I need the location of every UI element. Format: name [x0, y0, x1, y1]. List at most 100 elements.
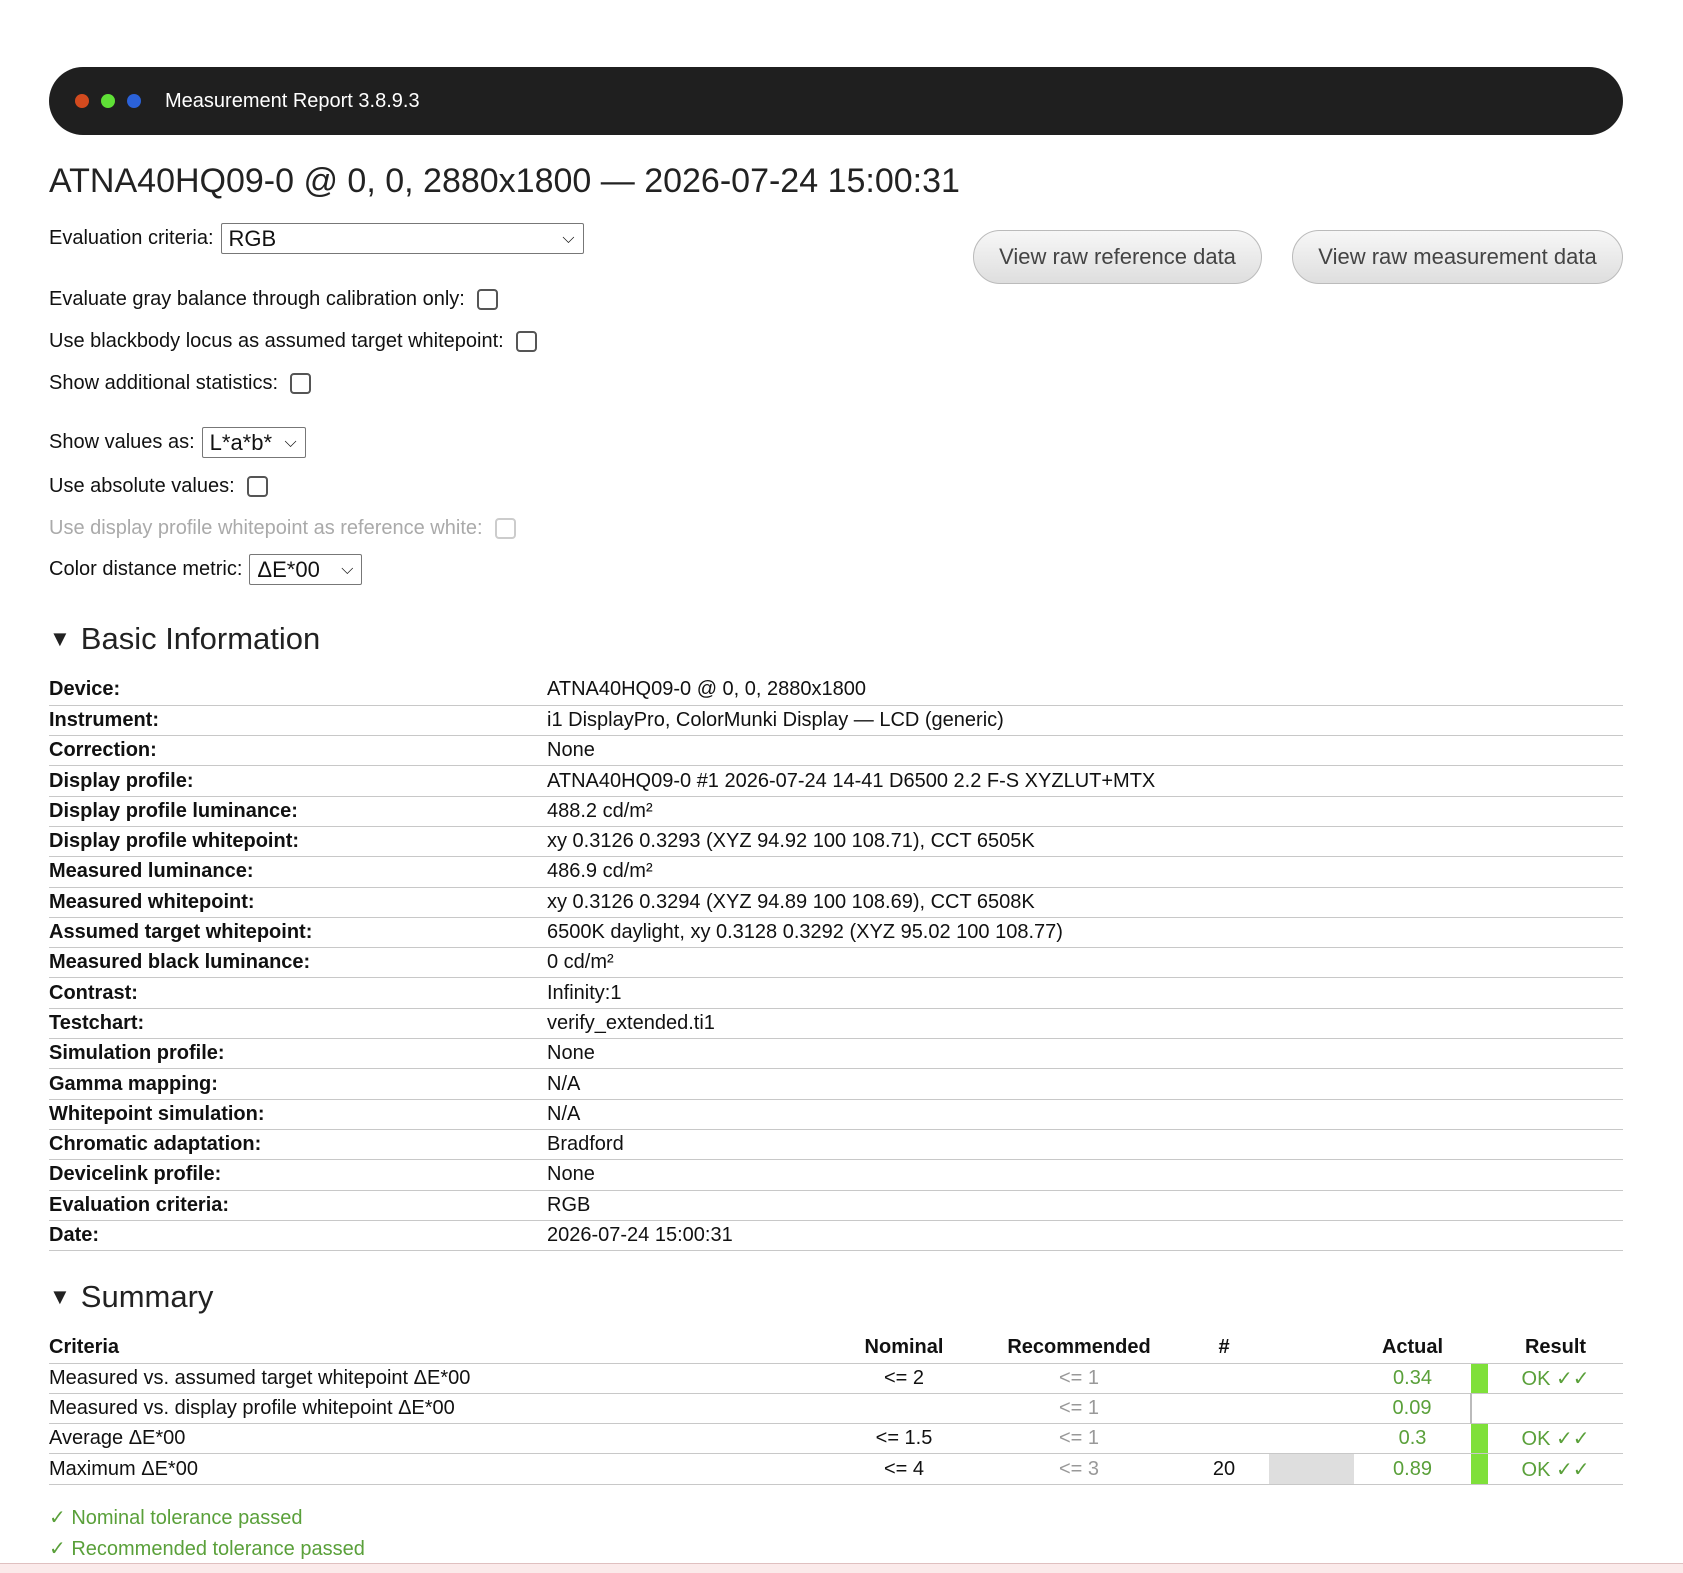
- view-raw-reference-button[interactable]: View raw reference data: [973, 230, 1262, 284]
- info-key: Contrast:: [49, 977, 547, 1009]
- evaluation-criteria-label: Evaluation criteria:: [49, 227, 214, 249]
- info-value: 0 cd/m²: [547, 947, 1623, 979]
- summary-nominal: <= 1.5: [829, 1423, 979, 1455]
- collapse-triangle-icon: ▼: [49, 1284, 71, 1309]
- summary-table: Criteria Nominal Recommended # Actual Re…: [49, 1333, 1623, 1485]
- summary-criteria: Average ΔE*00: [49, 1423, 829, 1455]
- summary-count: 20: [1179, 1453, 1269, 1485]
- evaluation-criteria-control: Evaluation criteria: RGB ⌵: [49, 223, 584, 254]
- report-title: ATNA40HQ09-0 @ 0, 0, 2880x1800 — 2026-07…: [49, 162, 960, 200]
- basic-info-heading-text: Basic Information: [80, 621, 321, 656]
- summary-actual: 0.89: [1354, 1453, 1471, 1485]
- info-row: Display profile whitepoint: xy 0.3126 0.3…: [49, 826, 1623, 858]
- info-value: xy 0.3126 0.3293 (XYZ 94.92 100 108.71),…: [547, 826, 1623, 858]
- show-values-label: Show values as:: [49, 431, 195, 453]
- info-value: 6500K daylight, xy 0.3128 0.3292 (XYZ 95…: [547, 917, 1623, 949]
- summary-row: Average ΔE*00 <= 1.5 <= 1 0.3 OK ✓✓: [49, 1423, 1623, 1455]
- info-value: 488.2 cd/m²: [547, 796, 1623, 827]
- title-bar: Measurement Report 3.8.9.3: [49, 67, 1623, 135]
- blackbody-label: Use blackbody locus as assumed target wh…: [49, 330, 504, 352]
- info-row: Correction: None: [49, 735, 1623, 767]
- info-key: Assumed target whitepoint:: [49, 917, 547, 949]
- basic-info-table: Device: ATNA40HQ09-0 @ 0, 0, 2880x1800 Ins…: [49, 675, 1623, 1252]
- distance-metric-select[interactable]: ΔE*00 ⌵: [249, 554, 363, 585]
- recommended-pass-text: ✓ Recommended tolerance passed: [49, 1538, 365, 1560]
- header-recommended: Recommended: [979, 1333, 1179, 1364]
- summary-result: [1488, 1393, 1623, 1425]
- header-nominal: Nominal: [829, 1333, 979, 1364]
- info-value: 2026-07-24 15:00:31: [547, 1220, 1623, 1252]
- evaluation-criteria-select[interactable]: RGB ⌵: [220, 223, 584, 254]
- info-value: N/A: [547, 1068, 1623, 1100]
- info-value: None: [547, 1038, 1623, 1070]
- info-row: Measured whitepoint: xy 0.3126 0.3294 (XY…: [49, 887, 1623, 918]
- gray-balance-control: Evaluate gray balance through calibratio…: [49, 288, 498, 311]
- info-key: Measured whitepoint:: [49, 887, 547, 918]
- info-value: N/A: [547, 1099, 1623, 1130]
- info-row: Testchart: verify_extended.ti1: [49, 1008, 1623, 1040]
- chevron-down-icon: ⌵: [284, 433, 297, 451]
- info-row: Display profile luminance: 488.2 cd/m²: [49, 796, 1623, 827]
- summary-heading[interactable]: ▼ Summary: [49, 1279, 213, 1315]
- chevron-down-icon: ⌵: [562, 229, 575, 247]
- summary-bar: [1269, 1423, 1354, 1455]
- gray-balance-checkbox[interactable]: [476, 289, 498, 310]
- summary-result: OK ✓✓: [1488, 1453, 1623, 1485]
- maximize-dot-icon[interactable]: [101, 94, 115, 108]
- info-key: Devicelink profile:: [49, 1159, 547, 1191]
- info-key: Display profile luminance:: [49, 796, 547, 827]
- show-values-select[interactable]: L*a*b* ⌵: [201, 427, 306, 458]
- summary-criteria: Measured vs. assumed target whitepoint Δ…: [49, 1363, 829, 1394]
- summary-recommended: <= 1: [979, 1363, 1179, 1394]
- summary-recommended: <= 1: [979, 1393, 1179, 1425]
- minimize-dot-icon[interactable]: [127, 94, 141, 108]
- info-row: Simulation profile: None: [49, 1038, 1623, 1070]
- info-value: ATNA40HQ09-0 @ 0, 0, 2880x1800: [547, 675, 1623, 706]
- additional-stats-checkbox[interactable]: [290, 373, 312, 394]
- distance-metric-value: ΔE*00: [257, 556, 320, 582]
- info-row: Instrument: i1 DisplayPro, ColorMunki Dis…: [49, 705, 1623, 737]
- info-value: ATNA40HQ09-0 #1 2026-07-24 14-41 D6500 2…: [547, 765, 1623, 797]
- info-value: Infinity:1: [547, 977, 1623, 1009]
- info-row: Gamma mapping: N/A: [49, 1068, 1623, 1100]
- info-value: verify_extended.ti1: [547, 1008, 1623, 1040]
- summary-criteria: Maximum ΔE*00: [49, 1453, 829, 1485]
- view-raw-measurement-button[interactable]: View raw measurement data: [1292, 230, 1623, 284]
- header-result: Result: [1488, 1333, 1623, 1364]
- report-page: Measurement Report 3.8.9.3 ATNA40HQ09-0 …: [0, 0, 1683, 1573]
- summary-row: Measured vs. display profile whitepoint …: [49, 1393, 1623, 1425]
- info-row: Assumed target whitepoint: 6500K daylight…: [49, 917, 1623, 949]
- info-key: Instrument:: [49, 705, 547, 737]
- blackbody-checkbox[interactable]: [515, 331, 537, 352]
- close-dot-icon[interactable]: [75, 94, 89, 108]
- summary-result: OK ✓✓: [1488, 1363, 1623, 1394]
- nominal-pass-text: ✓ Nominal tolerance passed: [49, 1507, 303, 1529]
- summary-recommended: <= 3: [979, 1453, 1179, 1485]
- info-row: Evaluation criteria: RGB: [49, 1190, 1623, 1221]
- info-row: Devicelink profile: None: [49, 1159, 1623, 1191]
- info-key: Testchart:: [49, 1008, 547, 1040]
- summary-header-row: Criteria Nominal Recommended # Actual Re…: [49, 1333, 1623, 1364]
- gray-balance-label: Evaluate gray balance through calibratio…: [49, 288, 465, 310]
- info-key: Evaluation criteria:: [49, 1190, 547, 1221]
- summary-actual: 0.09: [1354, 1393, 1471, 1425]
- absolute-values-checkbox[interactable]: [246, 476, 268, 497]
- header-count: #: [1179, 1333, 1269, 1364]
- summary-count: [1179, 1393, 1269, 1425]
- info-key: Chromatic adaptation:: [49, 1129, 547, 1161]
- summary-bar: [1269, 1393, 1354, 1425]
- evaluation-criteria-value: RGB: [228, 225, 277, 251]
- basic-info-heading[interactable]: ▼ Basic Information: [49, 621, 320, 657]
- info-row: Measured luminance: 486.9 cd/m²: [49, 856, 1623, 888]
- show-values-control: Show values as: L*a*b* ⌵: [49, 427, 306, 458]
- summary-heading-text: Summary: [80, 1279, 214, 1314]
- summary-indicator: [1471, 1363, 1488, 1394]
- additional-stats-label: Show additional statistics:: [49, 372, 279, 394]
- summary-nominal: <= 4: [829, 1453, 979, 1485]
- info-row: Display profile: ATNA40HQ09-0 #1 2026-07-…: [49, 765, 1623, 797]
- info-value: None: [547, 1159, 1623, 1191]
- profile-white-control: Use display profile whitepoint as refere…: [49, 517, 516, 540]
- info-key: Device:: [49, 675, 547, 706]
- absolute-values-label: Use absolute values:: [49, 475, 235, 497]
- info-row: Date: 2026-07-24 15:00:31: [49, 1220, 1623, 1252]
